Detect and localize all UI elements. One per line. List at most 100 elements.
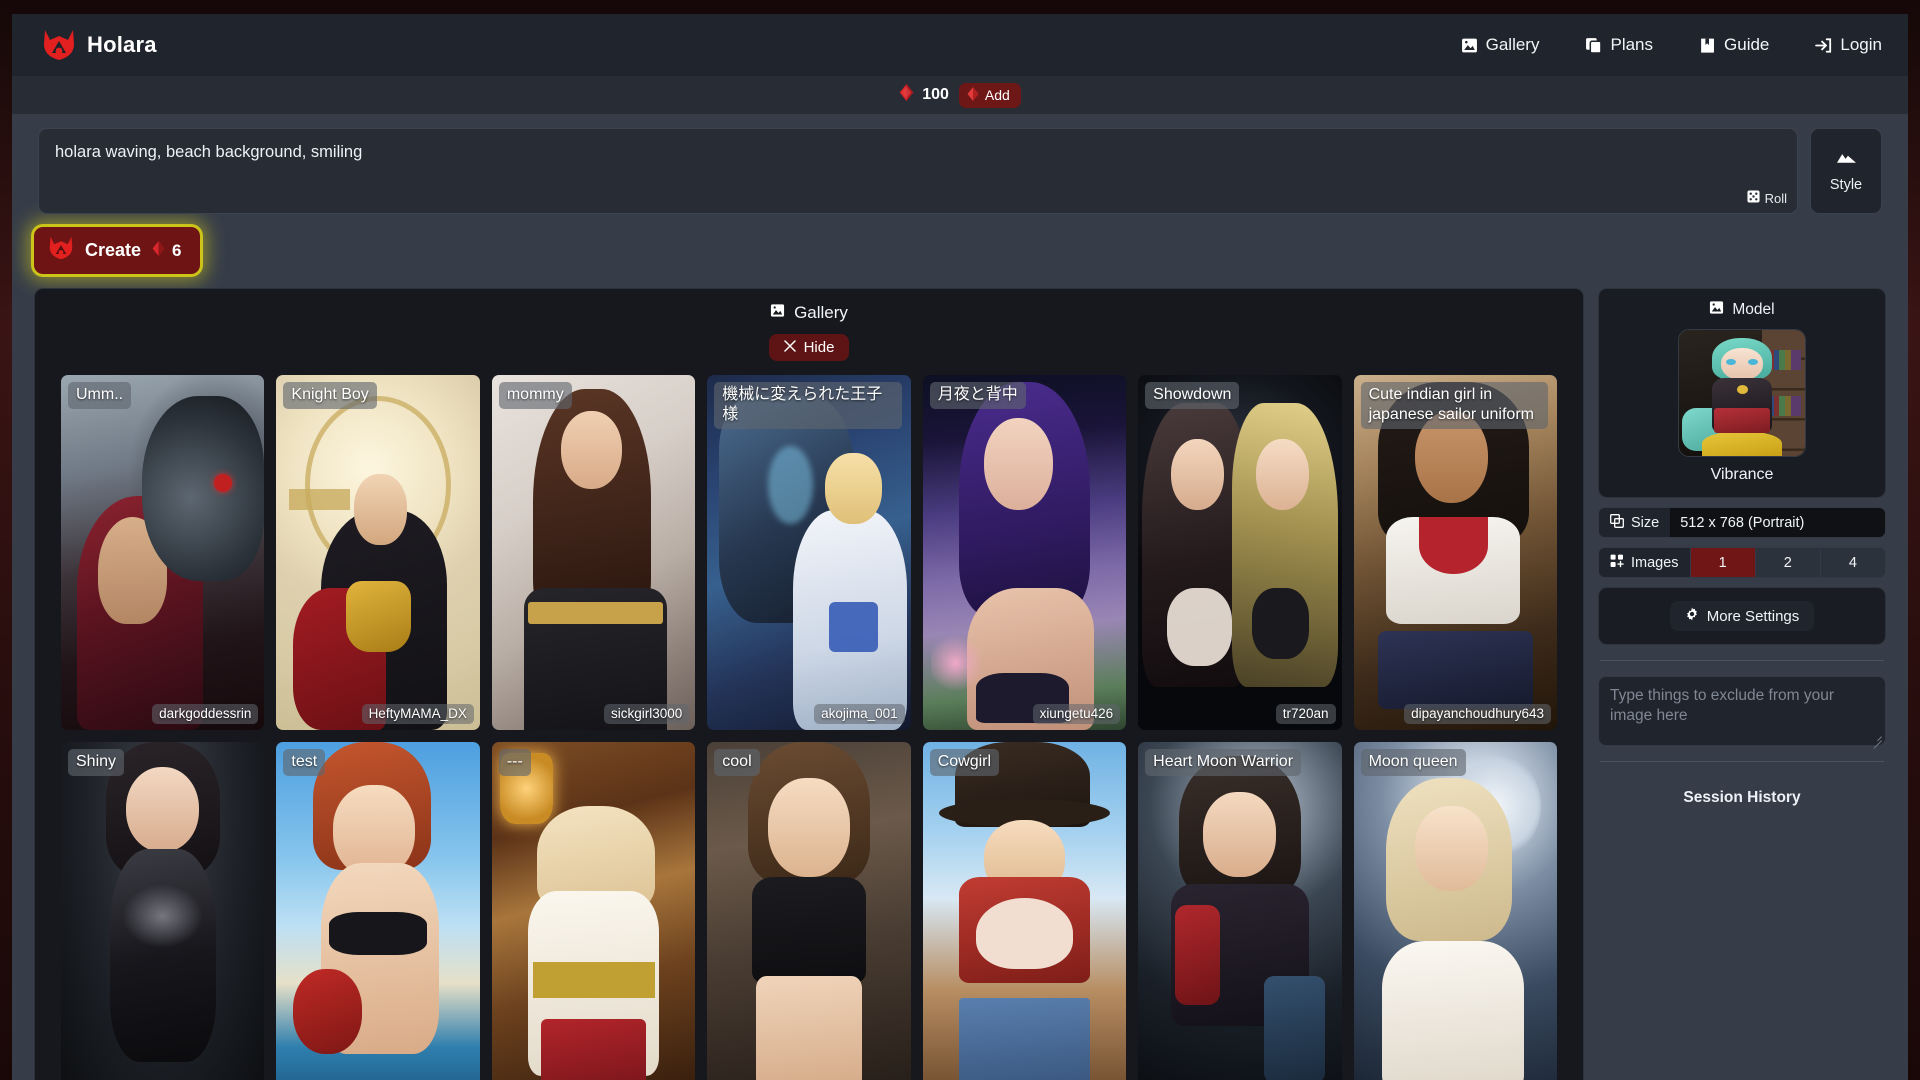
more-settings-button[interactable]: More Settings [1669, 601, 1815, 631]
card-title: Shiny [68, 749, 125, 776]
gem-icon-small [967, 86, 979, 104]
card-artwork [491, 742, 696, 1080]
create-cost: 6 [152, 240, 182, 261]
nav-login[interactable]: Login [1815, 35, 1882, 55]
card-title: test [283, 749, 326, 776]
hide-gallery-button[interactable]: Hide [768, 334, 850, 361]
add-credits-button[interactable]: Add [958, 82, 1021, 108]
size-value[interactable]: 512 x 768 (Portrait) [1670, 508, 1885, 537]
nav-plans-label: Plans [1610, 35, 1654, 54]
nav-plans[interactable]: Plans [1585, 35, 1653, 55]
card-title: Moon queen [1360, 749, 1466, 776]
gallery-card[interactable]: 機械に変えられた王子様 akojima_001 [707, 375, 911, 730]
model-thumbnail[interactable] [1678, 329, 1806, 457]
model-name: Vibrance [1710, 466, 1774, 483]
model-panel-label: Model [1732, 301, 1775, 318]
app-header: Holara Gallery Plans Guide Login [12, 14, 1908, 76]
card-username: akojima_001 [814, 704, 905, 724]
gallery-title-label: Gallery [794, 303, 848, 322]
card-title: 月夜と背中 [929, 382, 1026, 409]
holara-logo-icon-small [48, 236, 74, 265]
gallery-card[interactable]: cool [707, 742, 911, 1080]
images-option-1[interactable]: 1 [1689, 548, 1755, 577]
hide-gallery-label: Hide [803, 339, 835, 356]
session-history-title: Session History [1683, 789, 1801, 806]
mountain-icon [1836, 150, 1856, 168]
card-artwork [61, 375, 265, 730]
add-credits-label: Add [984, 87, 1010, 103]
holara-logo-icon [42, 29, 76, 61]
image-icon [1461, 37, 1478, 54]
negative-prompt-placeholder: Type things to exclude from your image h… [1610, 687, 1835, 725]
card-artwork [922, 742, 1127, 1080]
negative-prompt-input[interactable]: Type things to exclude from your image h… [1598, 676, 1886, 746]
roll-button[interactable]: Roll [1747, 190, 1787, 206]
main-nav: Gallery Plans Guide Login [1461, 35, 1882, 55]
more-settings-label: More Settings [1706, 607, 1800, 625]
card-title: Showdown [1145, 382, 1240, 409]
card-title: cool [714, 749, 760, 776]
gallery-card[interactable]: Umm.. darkgoddessrin [61, 375, 265, 730]
prompt-input[interactable]: holara waving, beach background, smiling… [38, 128, 1798, 214]
images-field: Images 1 2 4 [1598, 547, 1886, 578]
card-username: HeftyMAMA_DX [361, 704, 474, 724]
size-label-group: Size [1599, 508, 1671, 537]
model-card[interactable]: Model Vibrance [1598, 288, 1886, 498]
gem-icon [899, 84, 914, 106]
resize-icon [1610, 513, 1624, 532]
nav-login-label: Login [1840, 35, 1882, 54]
style-button[interactable]: Style [1810, 128, 1882, 214]
size-field[interactable]: Size 512 x 768 (Portrait) [1598, 507, 1886, 538]
gallery-card[interactable]: test [276, 742, 480, 1080]
card-title: mommy [498, 382, 572, 409]
nav-gallery-label: Gallery [1485, 35, 1540, 54]
gem-icon-create [152, 240, 165, 261]
nav-guide[interactable]: Guide [1699, 35, 1769, 55]
card-username: sickgirl3000 [603, 704, 690, 724]
card-username: dipayanchoudhury643 [1404, 704, 1551, 724]
gallery-card[interactable]: --- [491, 742, 696, 1080]
gallery-card[interactable]: Heart Moon Warrior [1138, 742, 1342, 1080]
close-icon [783, 339, 796, 356]
card-artwork [707, 742, 911, 1080]
create-button[interactable]: Create 6 [34, 227, 200, 274]
prompt-row: holara waving, beach background, smiling… [12, 114, 1908, 214]
settings-panel: Model Vibrance Size 512 x 768 (Portrait)… [1598, 288, 1886, 811]
gallery-card[interactable]: Moon queen [1353, 742, 1557, 1080]
style-label: Style [1829, 176, 1863, 193]
images-label: Images [1631, 554, 1679, 571]
copy-icon [1585, 37, 1603, 54]
images-option-2[interactable]: 2 [1754, 548, 1820, 577]
create-label: Create [85, 240, 142, 260]
gear-icon [1685, 607, 1699, 625]
gallery-card[interactable]: Knight Boy HeftyMAMA_DX [276, 375, 480, 730]
card-artwork [922, 375, 1127, 730]
brand-name: Holara [87, 32, 157, 57]
model-panel-title: Model [1709, 300, 1775, 320]
gallery-title: Gallery [770, 303, 848, 323]
gallery-card[interactable]: 月夜と背中 xiungetu426 [922, 375, 1127, 730]
card-artwork [1138, 742, 1342, 1080]
card-username: tr720an [1275, 704, 1336, 724]
card-title: Heart Moon Warrior [1145, 749, 1302, 776]
size-label: Size [1631, 514, 1660, 531]
gallery-card[interactable]: Cowgirl [922, 742, 1127, 1080]
image-icon [1709, 300, 1724, 320]
dice-icon [1747, 190, 1760, 206]
credit-bar: 100 Add [12, 76, 1908, 114]
images-option-4[interactable]: 4 [1819, 548, 1885, 577]
roll-label: Roll [1764, 190, 1787, 206]
gallery-card[interactable]: Cute indian girl in japanese sailor unif… [1353, 375, 1557, 730]
brand[interactable]: Holara [42, 29, 157, 61]
gallery-panel: Gallery Hide Umm.. darkgoddessrin Knight… [34, 288, 1584, 1080]
image-icon [770, 303, 785, 323]
resize-handle[interactable] [1872, 732, 1882, 742]
gallery-card[interactable]: Showdown tr720an [1138, 375, 1342, 730]
gallery-card[interactable]: Shiny [61, 742, 265, 1080]
card-title: Umm.. [68, 382, 132, 409]
card-title: Cowgirl [929, 749, 1000, 776]
gallery-card[interactable]: mommy sickgirl3000 [491, 375, 696, 730]
nav-gallery[interactable]: Gallery [1461, 35, 1540, 55]
create-cost-value: 6 [172, 240, 182, 260]
card-artwork [276, 375, 480, 730]
